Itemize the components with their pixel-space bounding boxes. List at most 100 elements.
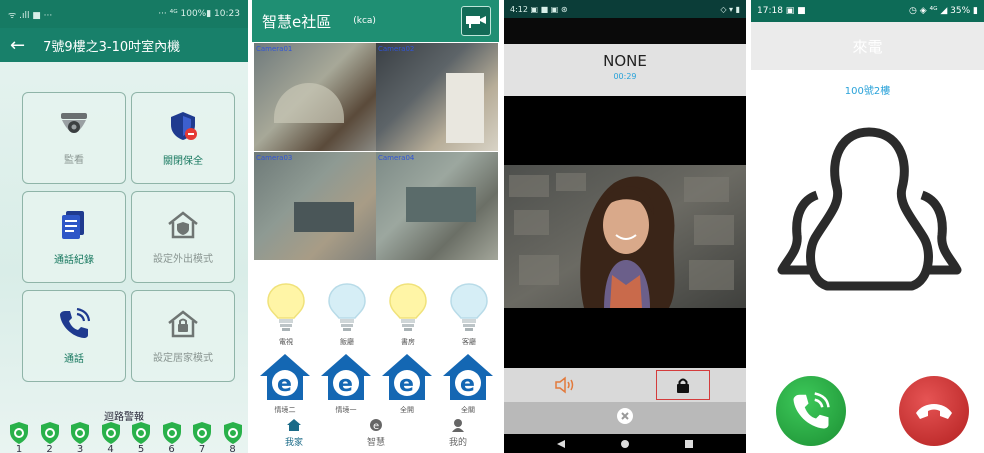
camera-feed[interactable]: Camera02 bbox=[376, 43, 498, 151]
group-icon bbox=[777, 127, 962, 291]
scene-button[interactable]: e bbox=[258, 352, 312, 406]
light-bulb-button[interactable] bbox=[327, 282, 367, 338]
tile-label: 通話 bbox=[64, 353, 84, 365]
svg-text:e: e bbox=[373, 421, 379, 432]
phone-answer-icon bbox=[793, 392, 830, 429]
zone-number: 5 bbox=[137, 444, 145, 453]
tile-label: 關閉保全 bbox=[163, 155, 203, 167]
app-subtitle: (kca) bbox=[353, 16, 376, 26]
zone-shield-icon[interactable] bbox=[222, 421, 244, 445]
status-bar: 17:18 ▣ ■ ◷ ◈ ⁴ᴳ ◢ 35% ▮ bbox=[751, 0, 984, 22]
zone-number: 2 bbox=[46, 444, 53, 453]
scene-house-e-icon: e bbox=[382, 354, 432, 400]
app-title: 智慧e社區 bbox=[262, 12, 332, 31]
home-circle-icon[interactable] bbox=[620, 439, 630, 449]
light-bulb-icon bbox=[328, 283, 366, 331]
smart-community-panel: 智慧e社區 (kca) Camera01 Camera02 Camera03 C… bbox=[252, 0, 499, 453]
svg-text:e: e bbox=[399, 372, 414, 397]
nav-smart[interactable]: e 智慧 bbox=[356, 418, 396, 448]
nav-label: 智慧 bbox=[366, 438, 385, 448]
status-right: ◷ ◈ ⁴ᴳ ◢ 35% ▮ bbox=[909, 6, 978, 16]
status-right: ··· ⁴ᴳ 100%▮ 10:23 bbox=[158, 9, 240, 19]
scene-label: 全開 bbox=[400, 406, 414, 414]
call-header: NONE 00:29 bbox=[504, 44, 746, 96]
scene-house-e-icon: e bbox=[443, 354, 493, 400]
zone-number: 4 bbox=[107, 444, 114, 453]
speaker-icon[interactable] bbox=[554, 376, 576, 398]
zone-number: 6 bbox=[168, 444, 175, 453]
scene-button[interactable]: e bbox=[380, 352, 434, 406]
call-log-button[interactable]: 通話紀錄 bbox=[22, 191, 126, 283]
zone-shield-icon[interactable] bbox=[130, 421, 152, 445]
scene-label: 全關 bbox=[461, 406, 475, 414]
tile-label: 監看 bbox=[64, 154, 84, 166]
arrow-left-icon[interactable]: ← bbox=[10, 35, 25, 56]
zone-shield-icon[interactable] bbox=[69, 421, 91, 445]
camera-label: Camera03 bbox=[256, 154, 293, 162]
light-bulb-button[interactable] bbox=[266, 282, 306, 338]
camera-feed[interactable]: Camera01 bbox=[254, 43, 376, 151]
scene-house-e-icon: e bbox=[260, 354, 310, 400]
call-log-icon bbox=[62, 210, 84, 239]
video-feed bbox=[504, 165, 746, 308]
monitor-button[interactable]: 監看 bbox=[22, 92, 126, 184]
unlock-door-button[interactable] bbox=[656, 370, 710, 400]
camera-feed[interactable]: Camera03 bbox=[254, 152, 376, 260]
caller-room: 100號2樓 bbox=[844, 86, 891, 97]
zone-shield-icon[interactable] bbox=[191, 421, 213, 445]
decline-button[interactable] bbox=[899, 376, 969, 446]
nav-home[interactable]: 我家 bbox=[274, 418, 314, 448]
caller-name: NONE bbox=[603, 52, 647, 70]
set-away-mode-button[interactable]: 設定外出模式 bbox=[131, 191, 235, 283]
hangup-bar bbox=[504, 402, 746, 434]
zone-shield-icon[interactable] bbox=[100, 421, 122, 445]
scene-label: 情境一 bbox=[335, 406, 357, 414]
system-nav-bar bbox=[504, 434, 746, 453]
page-title: 7號9樓之3-10吋室內機 bbox=[43, 39, 181, 55]
close-icon[interactable] bbox=[616, 407, 634, 429]
call-button[interactable]: 通話 bbox=[22, 290, 126, 382]
disarm-security-button[interactable]: 關閉保全 bbox=[131, 92, 235, 184]
scene-label: 情境二 bbox=[274, 406, 296, 414]
set-home-mode-button[interactable]: 設定居家模式 bbox=[131, 290, 235, 382]
light-label: 客廳 bbox=[462, 338, 476, 346]
scene-button[interactable]: e bbox=[319, 352, 373, 406]
lock-icon bbox=[677, 378, 689, 393]
camera-feed[interactable]: Camera04 bbox=[376, 152, 498, 260]
user-icon bbox=[452, 419, 464, 432]
intercom-home-panel: ᯤ .ıll ■ ··· ··· ⁴ᴳ 100%▮ 10:23 ← 7號9樓之3… bbox=[0, 0, 248, 453]
svg-text:e: e bbox=[460, 372, 475, 397]
light-bulb-button[interactable] bbox=[449, 282, 489, 338]
home-shield-icon bbox=[168, 210, 198, 238]
scene-button[interactable]: e bbox=[441, 352, 495, 406]
light-bulb-button[interactable] bbox=[388, 282, 428, 338]
app-bar: 智慧e社區 (kca) bbox=[252, 0, 499, 42]
status-bar: ᯤ .ıll ■ ··· ··· ⁴ᴳ 100%▮ 10:23 bbox=[0, 0, 248, 28]
status-right: ◇ ▾ ▮ bbox=[720, 4, 740, 14]
answer-button[interactable] bbox=[776, 376, 846, 446]
scene-house-e-icon: e bbox=[321, 354, 371, 400]
zone-number: 3 bbox=[76, 444, 84, 453]
recents-square-icon[interactable] bbox=[684, 439, 694, 449]
zone-alarm-bar: 迴路警報 12345678 bbox=[0, 408, 248, 453]
status-left: 17:18 ▣ ■ bbox=[757, 6, 806, 16]
zone-shield-icon[interactable] bbox=[161, 421, 183, 445]
e-icon: e bbox=[370, 419, 382, 432]
nav-label: 我家 bbox=[284, 438, 303, 448]
incoming-call-header: 來電 bbox=[751, 22, 984, 70]
cctv-icon[interactable] bbox=[461, 6, 491, 36]
zone-shield-icon[interactable] bbox=[8, 421, 30, 445]
svg-text:e: e bbox=[338, 372, 353, 397]
tile-label: 通話紀錄 bbox=[54, 254, 94, 266]
nav-label: 我的 bbox=[448, 438, 467, 448]
nav-mine[interactable]: 我的 bbox=[438, 418, 478, 448]
app-bar: ← 7號9樓之3-10吋室內機 bbox=[0, 28, 248, 62]
phone-ring-icon bbox=[60, 307, 90, 338]
zone-shield-icon[interactable] bbox=[39, 421, 61, 445]
tile-label: 設定居家模式 bbox=[153, 352, 213, 364]
zone-number: 7 bbox=[198, 444, 206, 453]
back-triangle-icon[interactable] bbox=[556, 439, 566, 449]
light-bulb-icon bbox=[450, 283, 488, 331]
zone-number: 8 bbox=[229, 444, 236, 453]
camera-label: Camera04 bbox=[378, 154, 415, 162]
